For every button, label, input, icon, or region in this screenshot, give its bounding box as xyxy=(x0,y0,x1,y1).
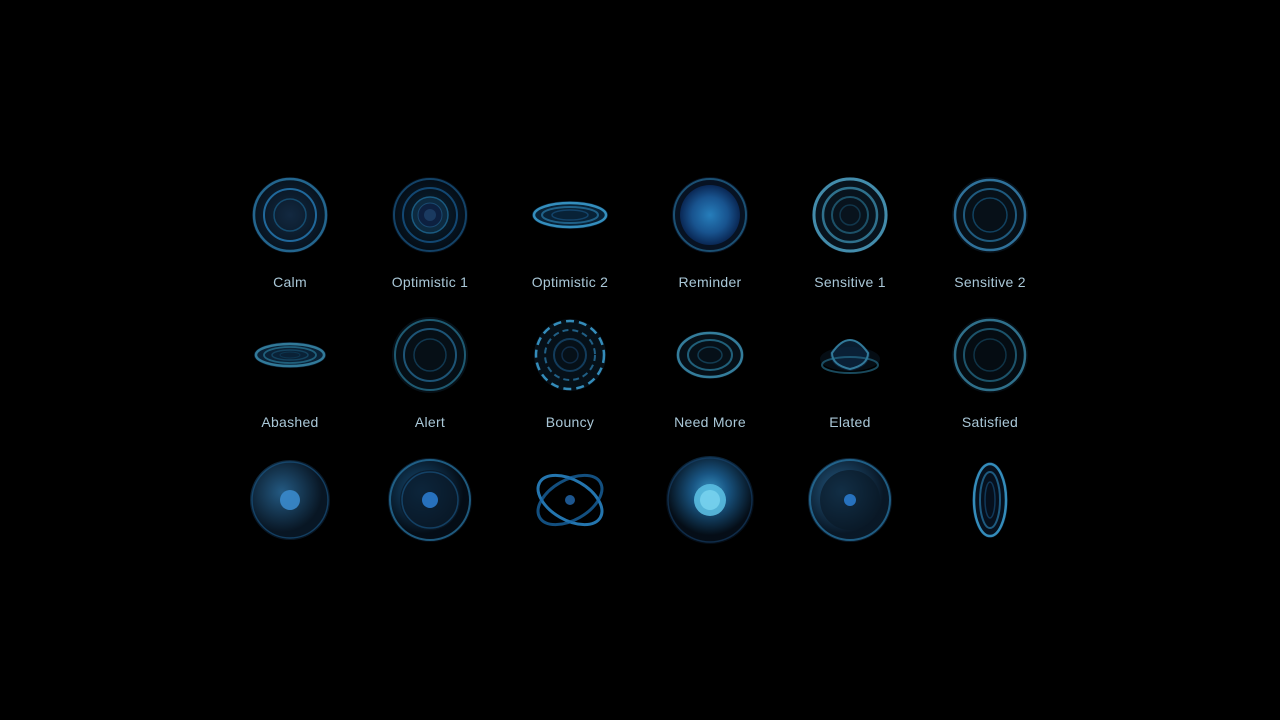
item-elated[interactable]: Elated xyxy=(785,310,915,430)
label-bouncy: Bouncy xyxy=(546,414,594,430)
item-sensitive2[interactable]: Sensitive 2 xyxy=(925,170,1055,290)
item-r3c6[interactable] xyxy=(925,450,1055,550)
icon-grid: Calm Optimistic 1 xyxy=(225,170,1055,550)
label-needmore: Need More xyxy=(674,414,746,430)
icon-optimistic1 xyxy=(385,170,475,260)
label-abashed: Abashed xyxy=(261,414,318,430)
icon-abashed xyxy=(245,310,335,400)
item-needmore[interactable]: Need More xyxy=(645,310,775,430)
icon-calm xyxy=(245,170,335,260)
icon-bouncy xyxy=(525,310,615,400)
icon-r3c3 xyxy=(520,450,620,550)
icon-satisfied xyxy=(945,310,1035,400)
item-r3c2[interactable] xyxy=(365,450,495,550)
item-calm[interactable]: Calm xyxy=(225,170,355,290)
item-sensitive1[interactable]: Sensitive 1 xyxy=(785,170,915,290)
icon-sensitive2 xyxy=(945,170,1035,260)
item-r3c4[interactable] xyxy=(645,450,775,550)
item-r3c3[interactable] xyxy=(505,450,635,550)
label-alert: Alert xyxy=(415,414,445,430)
item-abashed[interactable]: Abashed xyxy=(225,310,355,430)
icon-r3c5 xyxy=(800,450,900,550)
label-optimistic2: Optimistic 2 xyxy=(532,274,608,290)
item-r3c1[interactable] xyxy=(225,450,355,550)
icon-r3c2 xyxy=(380,450,480,550)
item-satisfied[interactable]: Satisfied xyxy=(925,310,1055,430)
icon-r3c6 xyxy=(940,450,1040,550)
label-reminder: Reminder xyxy=(679,274,742,290)
icon-elated xyxy=(805,310,895,400)
item-optimistic1[interactable]: Optimistic 1 xyxy=(365,170,495,290)
label-calm: Calm xyxy=(273,274,307,290)
label-elated: Elated xyxy=(829,414,870,430)
label-optimistic1: Optimistic 1 xyxy=(392,274,468,290)
icon-r3c1 xyxy=(240,450,340,550)
item-bouncy[interactable]: Bouncy xyxy=(505,310,635,430)
icon-sensitive1 xyxy=(805,170,895,260)
icon-needmore xyxy=(665,310,755,400)
label-satisfied: Satisfied xyxy=(962,414,1018,430)
icon-alert xyxy=(385,310,475,400)
item-optimistic2[interactable]: Optimistic 2 xyxy=(505,170,635,290)
icon-reminder xyxy=(665,170,755,260)
icon-r3c4 xyxy=(660,450,760,550)
label-sensitive1: Sensitive 1 xyxy=(814,274,886,290)
item-alert[interactable]: Alert xyxy=(365,310,495,430)
icon-optimistic2 xyxy=(525,170,615,260)
item-r3c5[interactable] xyxy=(785,450,915,550)
label-sensitive2: Sensitive 2 xyxy=(954,274,1026,290)
item-reminder[interactable]: Reminder xyxy=(645,170,775,290)
